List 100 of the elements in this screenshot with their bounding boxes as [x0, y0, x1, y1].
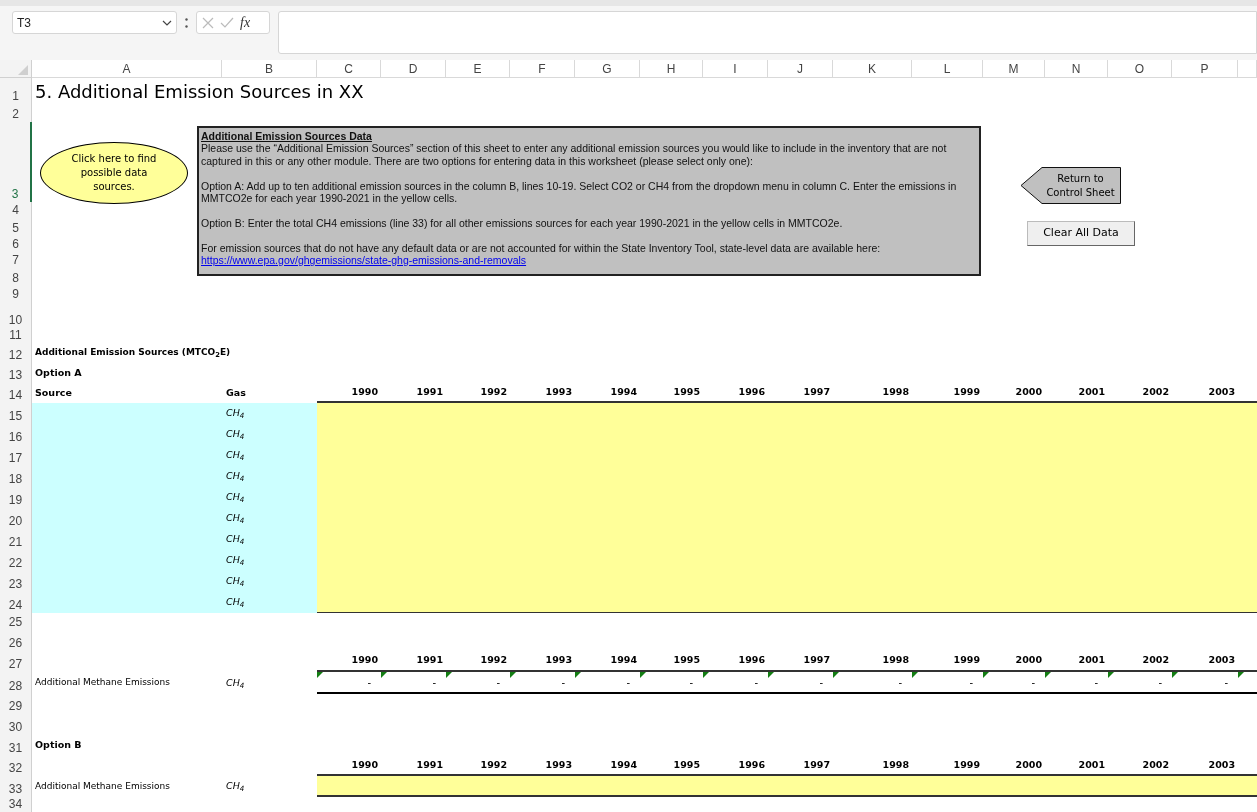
year-label: 1995	[673, 653, 700, 668]
row-header[interactable]: 1	[12, 89, 19, 104]
data-sources-button[interactable]: Click here to find possible data sources.	[40, 142, 188, 204]
check-icon[interactable]	[220, 16, 234, 29]
year-label: 2000	[1015, 757, 1042, 772]
row-header[interactable]: 5	[12, 221, 19, 236]
value-text: -	[626, 675, 630, 690]
instructions-heading: Additional Emission Sources Data	[201, 130, 373, 143]
value-text: -	[1224, 675, 1228, 690]
year-label: 1997	[803, 757, 830, 772]
column-header[interactable]: L	[943, 59, 951, 78]
insert-function-button[interactable]: fx	[240, 12, 251, 33]
year-label: 1995	[673, 757, 700, 772]
more-options-icon[interactable]	[185, 18, 188, 28]
instructions-paragraph: Please use the “Additional Emission Sources” section of this sheet to enter any additional emission sources you would like to include in the inventory that are not captured in this or any other module. There are two options for entering data in this worksheet (please select only one):	[201, 142, 948, 168]
corner-triangle-icon	[640, 672, 646, 678]
select-all-icon	[18, 65, 28, 75]
column-header[interactable]: B	[265, 59, 273, 78]
gas-text: CH$_{4}$	[226, 553, 245, 568]
corner-triangle-icon	[1108, 672, 1114, 678]
gas-text: CH$_{4}$	[226, 532, 245, 547]
year-label: 2003	[1208, 384, 1235, 399]
column-header[interactable]: O	[1134, 59, 1145, 78]
year-label: 1999	[953, 653, 980, 668]
year-label: 1991	[416, 653, 443, 668]
option-label: Option B	[35, 738, 82, 753]
value-text: -	[432, 675, 436, 690]
column-header[interactable]: E	[473, 59, 482, 78]
year-label: 1998	[882, 653, 909, 668]
year-label: 1996	[738, 384, 765, 399]
year-label: 1991	[416, 757, 443, 772]
instructions-paragraph: Option B: Enter the total CH4 emissions (line 33) for all other emissions sources for each year 1990-2021 in the yellow cells in MMTCO2e.	[201, 216, 844, 230]
year-label: 1993	[545, 757, 572, 772]
year-label: 2000	[1015, 653, 1042, 668]
year-label: 2001	[1078, 653, 1105, 668]
option-label: Option A	[35, 365, 82, 380]
column-header[interactable]: P	[1200, 59, 1209, 78]
year-label: 2001	[1078, 757, 1105, 772]
corner-triangle-icon	[703, 672, 709, 678]
corner-triangle-icon	[833, 672, 839, 678]
column-header[interactable]: N	[1071, 59, 1081, 78]
column-header[interactable]: C	[344, 59, 353, 78]
value-text: -	[496, 675, 500, 690]
year-label: 1995	[673, 384, 700, 399]
year-label: 1997	[803, 384, 830, 399]
section-title: Additional Emission Sources (MTCO$_{2}$E)	[35, 346, 231, 360]
column-header[interactable]: G	[602, 59, 612, 78]
column-header[interactable]: F	[538, 59, 546, 78]
year-label: 1992	[480, 757, 507, 772]
column-header[interactable]	[1238, 60, 1257, 78]
clear-all-data-button[interactable]: Clear All Data	[1027, 221, 1135, 246]
year-label: 1993	[545, 653, 572, 668]
epa-link[interactable]: https://www.epa.gov/ghgemissions/state-ghg-emissions-and-removals	[201, 254, 527, 266]
cancel-icon[interactable]	[202, 16, 214, 29]
row-header[interactable]: 8	[12, 271, 19, 286]
year-label: 1991	[416, 384, 443, 399]
gas-text: CH$_{4}$	[226, 406, 245, 421]
corner-triangle-icon	[381, 672, 387, 678]
value-text: -	[754, 675, 758, 690]
value-text: -	[819, 675, 823, 690]
corner-triangle-icon	[446, 672, 452, 678]
corner-triangle-icon	[1045, 672, 1051, 678]
name-box[interactable]: T3	[12, 11, 177, 34]
year-label: 2002	[1142, 757, 1169, 772]
corner-triangle-icon	[510, 672, 516, 678]
select-all-corner[interactable]	[0, 60, 32, 78]
column-header[interactable]: M	[1008, 59, 1019, 78]
gas-text: CH$_{4}$	[226, 469, 245, 484]
corner-triangle-icon	[1172, 672, 1178, 678]
corner-triangle-icon	[768, 672, 774, 678]
year-label: 1996	[738, 757, 765, 772]
gas-text: CH$_{4}$	[226, 427, 245, 442]
year-label: 2003	[1208, 757, 1235, 772]
corner-triangle-icon	[575, 672, 581, 678]
year-label: 1998	[882, 757, 909, 772]
gas-text: CH$_{4}$	[225, 779, 245, 794]
column-header[interactable]: K	[868, 59, 876, 78]
year-label: 2000	[1015, 384, 1042, 399]
gas-text: CH$_{4}$	[226, 595, 245, 610]
column-header[interactable]: H	[666, 59, 676, 78]
return-button[interactable]: Return to Control Sheet	[1020, 167, 1121, 204]
year-label: 1998	[882, 384, 909, 399]
column-label: Gas	[225, 385, 246, 400]
gas-text: CH$_{4}$	[226, 574, 245, 589]
row-header[interactable]: 3	[11, 187, 19, 202]
year-label: 1994	[610, 653, 637, 668]
column-header[interactable]: J	[797, 59, 803, 78]
value-text: -	[1094, 675, 1098, 690]
year-label: 2001	[1078, 384, 1105, 399]
year-label: 1999	[953, 384, 980, 399]
instructions-paragraph: For emission sources that do not have any default data or are not accounted for within the State Inventory Tool, state-level data are available here:	[201, 241, 882, 254]
source-input-area[interactable]: CH$_{4}$ CH$_{4}$ CH$_{4}$ CH$_{4}$ CH$_{4}$ CH$_{4}$ CH$_{4}$ CH$_{4}$ CH$_{4}$ CH$_{4}$	[32, 403, 317, 613]
column-header[interactable]: A	[122, 59, 131, 78]
corner-triangle-icon	[1238, 672, 1244, 678]
row-header[interactable]: 2	[12, 107, 19, 122]
chevron-down-icon	[162, 19, 172, 26]
column-header[interactable]: D	[408, 59, 418, 78]
value-text: -	[367, 675, 371, 690]
column-label: Source	[35, 385, 72, 400]
row-label: Additional Methane Emissions	[35, 779, 170, 793]
